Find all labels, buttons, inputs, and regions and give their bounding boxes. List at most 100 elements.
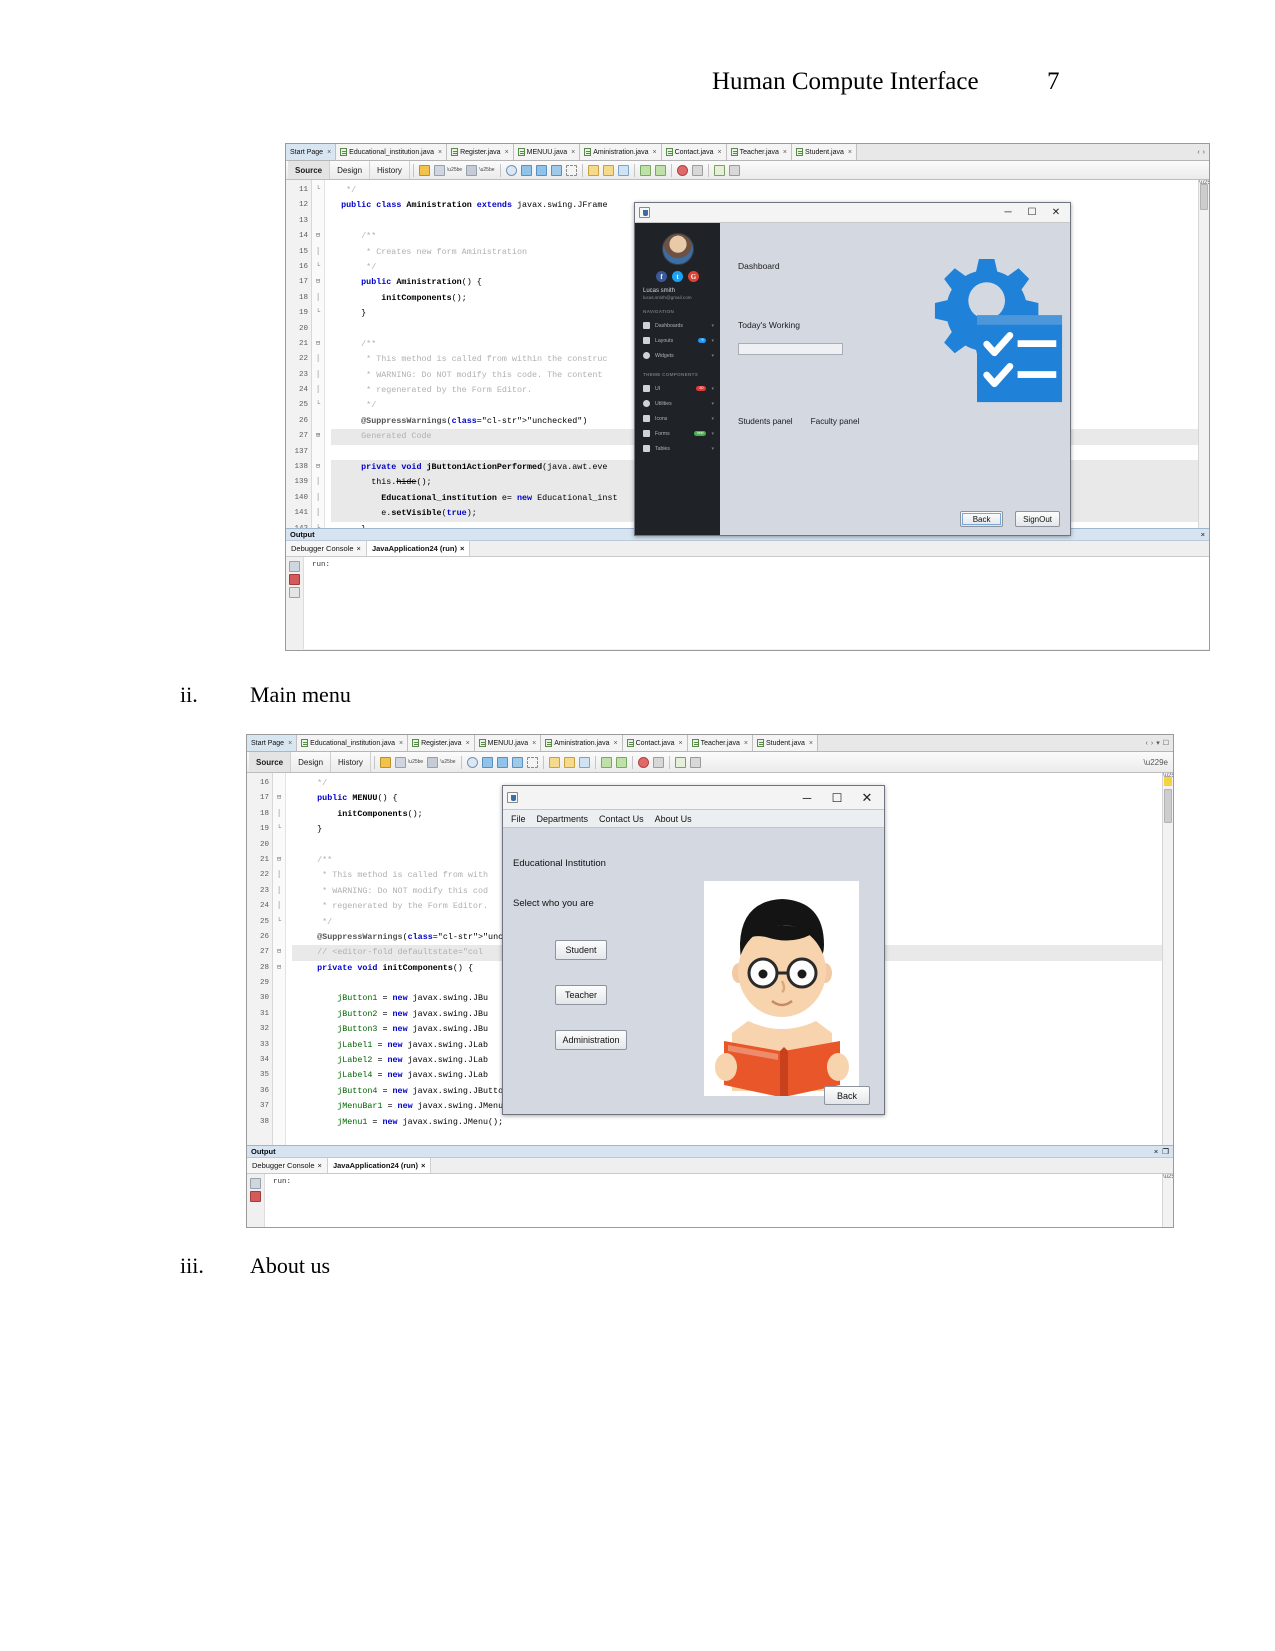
editor-vertical-scrollbar-2[interactable]: \u25b2 (1162, 773, 1173, 1145)
fold-marker[interactable] (273, 1038, 285, 1053)
fold-marker[interactable]: │ (273, 868, 285, 883)
editor-tab-2[interactable]: Register.java × (408, 735, 475, 751)
chevron-down-icon[interactable]: ▾ (711, 446, 714, 452)
pause-icon[interactable] (691, 164, 703, 176)
save-all-icon[interactable] (433, 164, 445, 176)
comment-icon[interactable] (713, 164, 725, 176)
fold-marker[interactable] (273, 1022, 285, 1037)
maximize-button-2[interactable]: ☐ (822, 789, 852, 807)
output-tab-1[interactable]: JavaApplication24 (run) × (327, 1158, 432, 1173)
comment-icon-2[interactable] (674, 756, 686, 768)
fold-marker[interactable]: ⊟ (273, 791, 285, 806)
refresh-icon-2[interactable] (379, 756, 391, 768)
editor-tab-close-icon[interactable]: × (466, 740, 470, 747)
menuu-dialog[interactable]: ─ ☐ ✕ File Departments Contact Us About Us … (502, 785, 885, 1115)
editor-tab-close-icon[interactable]: × (438, 149, 442, 156)
menu-item-contact-us[interactable]: Contact Us (599, 814, 644, 824)
chevron-down-icon[interactable]: \u25be (447, 167, 462, 173)
sidebar-item-ui[interactable]: UI 80 ▾ (635, 381, 720, 396)
fold-marker[interactable] (312, 214, 324, 229)
shift-left-icon[interactable] (639, 164, 651, 176)
next-bookmark-icon[interactable] (535, 164, 547, 176)
stop-output-icon[interactable] (289, 574, 300, 585)
student-button[interactable]: Student (555, 940, 607, 960)
editor-tab-5[interactable]: Contact.java × (661, 144, 727, 160)
tab-strip-control-3[interactable]: ☐ (1163, 739, 1169, 747)
sidebar-item-layouts[interactable]: Layouts 9 ▾ (635, 333, 720, 348)
editor-tab-4[interactable]: Aministration.java × (580, 144, 662, 160)
select-rectangle-icon[interactable] (565, 164, 577, 176)
settings-output-icon[interactable] (289, 587, 300, 598)
editor-tab-close-icon[interactable]: × (571, 149, 575, 156)
pause-icon-2[interactable] (652, 756, 664, 768)
rerun-icon-2[interactable] (250, 1178, 261, 1189)
minimize-button-2[interactable]: ─ (792, 789, 822, 807)
format-icon-2[interactable] (689, 756, 701, 768)
editor-tab-close-icon[interactable]: × (399, 740, 403, 747)
fold-marker[interactable]: │ (312, 383, 324, 398)
output-tab-close-icon[interactable]: × (421, 1161, 425, 1170)
chevron-down-icon[interactable]: ▾ (711, 353, 714, 359)
editor-tab-close-icon[interactable]: × (532, 740, 536, 747)
back-nav-icon-2[interactable] (563, 756, 575, 768)
todays-working-input[interactable] (738, 343, 843, 355)
editor-tab-2[interactable]: Register.java × (447, 144, 514, 160)
view-tab-design[interactable]: Design (330, 161, 371, 179)
fold-marker[interactable] (312, 414, 324, 429)
output-tab-0[interactable]: Debugger Console × (286, 541, 367, 556)
output-tab-0[interactable]: Debugger Console × (247, 1158, 328, 1173)
fold-marker[interactable] (273, 1068, 285, 1083)
shift-left-icon-2[interactable] (600, 756, 612, 768)
fold-marker[interactable] (273, 1007, 285, 1022)
chevron-down-icon[interactable]: ▾ (711, 323, 714, 329)
fold-marker[interactable]: ⊟ (312, 275, 324, 290)
fold-marker[interactable]: ⊟ (273, 853, 285, 868)
chevron-down-icon[interactable]: ▾ (711, 431, 714, 437)
back-button-2[interactable]: Back (824, 1086, 870, 1105)
editor-tab-close-icon[interactable]: × (848, 149, 852, 156)
output-float-icon[interactable]: ❐ (1162, 1147, 1173, 1156)
fold-marker[interactable] (273, 1099, 285, 1114)
output-close-icon-2[interactable]: × (1154, 1147, 1162, 1156)
output-vertical-scrollbar[interactable]: \u25b2 (1162, 1174, 1173, 1227)
sidebar-item-forms[interactable]: Forms new ▾ (635, 426, 720, 441)
toggle-bookmark-icon[interactable] (550, 164, 562, 176)
editor-tab-close-icon[interactable]: × (678, 740, 682, 747)
facebook-icon[interactable]: f (656, 271, 667, 282)
view-tab-source[interactable]: Source (288, 161, 331, 179)
dialog-title-bar-2[interactable]: ─ ☐ ✕ (503, 786, 884, 810)
fold-marker[interactable] (273, 1084, 285, 1099)
menu-item-departments[interactable]: Departments (537, 814, 589, 824)
toolbar-overflow-icon[interactable]: \u229e (1144, 758, 1173, 767)
administration-dashboard-dialog[interactable]: ─ ☐ ✕ ftG Lucas smith lucas.smith@gmail.… (634, 202, 1071, 536)
code-fold-gutter[interactable]: └⊟│└⊟│└⊟│││└⊞⊟│││└ (312, 180, 325, 528)
output-close-icon[interactable]: × (1201, 530, 1209, 539)
fold-marker[interactable] (312, 198, 324, 213)
sidebar-item-icons[interactable]: Icons ▾ (635, 411, 720, 426)
back-button[interactable]: Back (960, 511, 1004, 527)
fold-marker[interactable] (273, 976, 285, 991)
editor-tab-5[interactable]: Contact.java × (622, 735, 688, 751)
editor-tab-close-icon[interactable]: × (744, 740, 748, 747)
fold-marker[interactable]: ⊟ (312, 337, 324, 352)
editor-tab-3[interactable]: MENUU.java × (513, 144, 581, 160)
fold-marker[interactable] (273, 991, 285, 1006)
fold-marker[interactable]: │ (312, 352, 324, 367)
fold-marker[interactable]: └ (273, 915, 285, 930)
tab-strip-control-2[interactable]: ▾ (1156, 739, 1160, 747)
menu-item-about-us[interactable]: About Us (655, 814, 692, 824)
editor-tab-7[interactable]: Student.java × (752, 735, 818, 751)
chevron-down-icon-3[interactable]: \u25be (408, 759, 423, 765)
fold-marker[interactable]: └ (312, 522, 324, 528)
editor-tab-close-icon[interactable]: × (505, 149, 509, 156)
sidebar-item-dashboards[interactable]: Dashboards ▾ (635, 318, 720, 333)
save-all-icon-2[interactable] (394, 756, 406, 768)
fold-marker[interactable]: │ (273, 884, 285, 899)
output-tab-close-icon[interactable]: × (318, 1161, 322, 1170)
chevron-down-icon-4[interactable]: \u25be (440, 759, 455, 765)
next-bookmark-icon-2[interactable] (496, 756, 508, 768)
editor-tab-3[interactable]: MENUU.java × (474, 735, 542, 751)
fold-marker[interactable]: └ (312, 183, 324, 198)
fold-marker[interactable] (273, 838, 285, 853)
editor-tab-close-icon[interactable]: × (809, 740, 813, 747)
